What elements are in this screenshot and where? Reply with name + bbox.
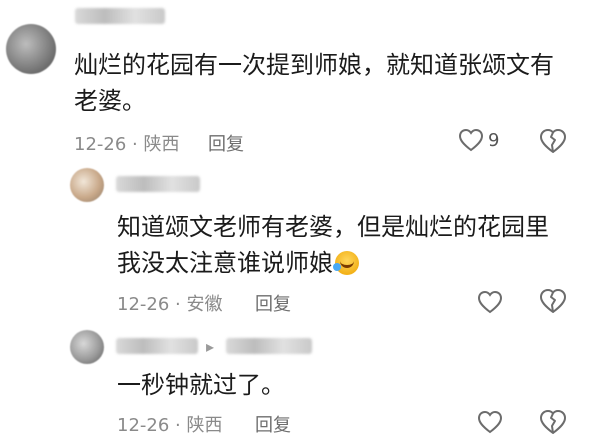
avatar[interactable]	[70, 168, 104, 202]
reply-to-username-blurred[interactable]	[226, 338, 312, 354]
heart-outline-icon[interactable]	[477, 290, 503, 314]
broken-heart-icon[interactable]	[539, 288, 567, 314]
reply-text: 一秒钟就过了。	[117, 371, 285, 399]
comment-text-line-1: 灿烂的花园有一次提到师娘，就知道张颂文有	[74, 51, 554, 79]
like-button[interactable]: 9	[458, 126, 518, 156]
reply-date-location: 12-26 · 陕西	[117, 415, 223, 436]
comment-date-location: 12-26 · 陕西	[74, 134, 180, 155]
reply-button[interactable]: 回复	[208, 130, 244, 156]
comment-text-line-2: 老婆。	[74, 87, 146, 115]
username-blurred[interactable]	[116, 176, 200, 192]
reply-text-line-1: 知道颂文老师有老婆，但是灿烂的花园里	[117, 213, 549, 241]
reply-date-location: 12-26 · 安徽	[117, 294, 223, 315]
username-blurred[interactable]	[75, 8, 165, 24]
broken-heart-icon[interactable]	[539, 128, 567, 154]
broken-heart-icon[interactable]	[539, 409, 567, 435]
reply-text-line-2: 我没太注意谁说师娘	[117, 246, 359, 280]
username-blurred[interactable]	[116, 338, 198, 354]
reply-arrow-icon: ▸	[206, 337, 215, 356]
reply-button[interactable]: 回复	[255, 411, 291, 437]
avatar[interactable]	[6, 24, 56, 74]
like-count: 9	[488, 130, 500, 151]
heart-outline-icon	[458, 128, 484, 152]
avatar[interactable]	[70, 330, 104, 364]
heart-outline-icon[interactable]	[477, 410, 503, 434]
laughing-emoji-icon	[333, 251, 359, 275]
reply-button[interactable]: 回复	[255, 290, 291, 316]
